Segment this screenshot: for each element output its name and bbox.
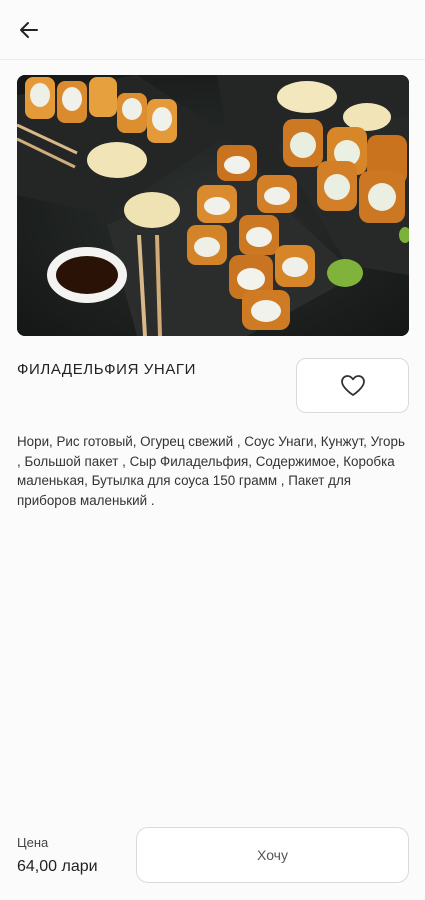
top-bar — [0, 0, 425, 60]
price-label: Цена — [17, 835, 49, 850]
want-button[interactable]: Хочу — [136, 827, 409, 883]
favorite-button[interactable] — [296, 358, 409, 413]
heart-outline-icon — [340, 374, 365, 396]
product-description: Нори, Рис готовый, Огурец свежий , Соус … — [17, 434, 405, 508]
price-value: 64,00 лари — [17, 858, 98, 875]
arrow-left-icon — [20, 22, 38, 38]
back-button[interactable] — [14, 15, 44, 45]
product-image — [17, 75, 409, 336]
product-title: ФИЛАДЕЛЬФИЯ УНАГИ — [17, 361, 197, 378]
